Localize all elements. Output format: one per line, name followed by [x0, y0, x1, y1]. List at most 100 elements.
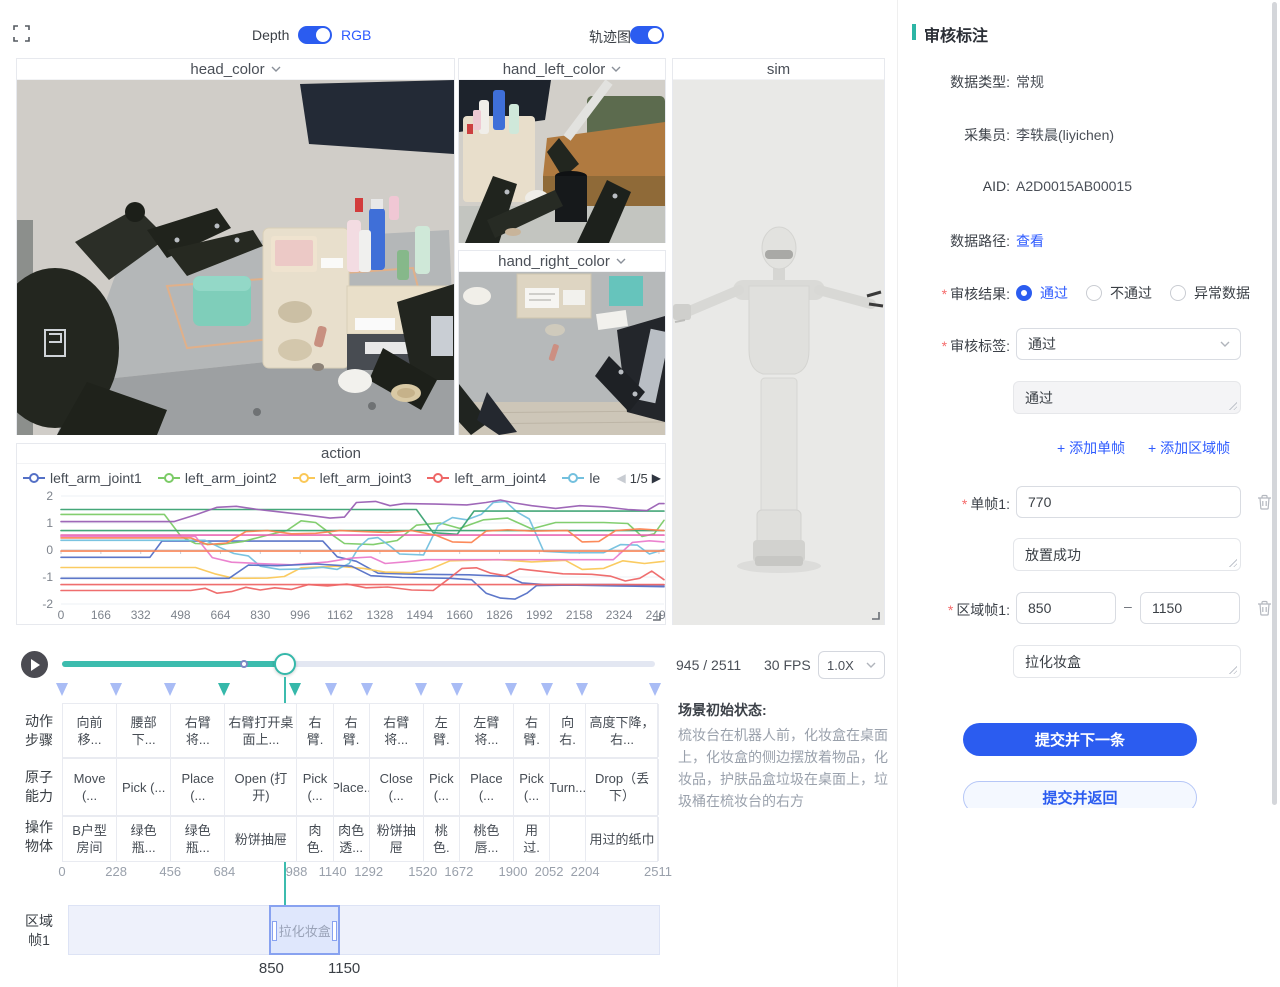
rgb-label: RGB — [341, 27, 371, 43]
keyframe-marker-1140[interactable] — [325, 683, 337, 696]
depth-rgb-toggle[interactable] — [298, 26, 332, 44]
timeline-slider-handle[interactable] — [274, 653, 296, 675]
action-step-cell[interactable]: 右臂. — [514, 704, 550, 757]
single-frame-input[interactable]: 770 — [1016, 486, 1241, 518]
action-step-cell[interactable]: 右臂. — [298, 704, 334, 757]
textarea-resize-icon[interactable] — [1228, 558, 1237, 567]
keyframe-marker-1900[interactable] — [505, 683, 517, 696]
legend-item-le[interactable]: le — [562, 470, 600, 486]
add-single-frame-link[interactable]: + 添加单帧 — [1057, 438, 1125, 458]
fullscreen-icon[interactable] — [13, 25, 30, 42]
textarea-resize-icon[interactable] — [1228, 401, 1237, 410]
action-step-cell[interactable]: 右臂. — [334, 704, 370, 757]
view-data-path-link[interactable]: 查看 — [1016, 231, 1044, 251]
object-cell[interactable]: 粉饼抽屉 — [370, 817, 424, 861]
action-step-cell[interactable]: 向前移... — [63, 704, 117, 757]
trajectory-toggle[interactable] — [630, 26, 664, 44]
review-comment-textarea[interactable]: 通过 — [1013, 381, 1241, 414]
atomic-skill-cell[interactable]: Pick (... — [514, 759, 550, 815]
legend-next-icon[interactable]: ▶ — [652, 471, 661, 485]
speed-select[interactable]: 1.0X — [818, 651, 885, 679]
radio-pass-label[interactable]: 通过 — [1040, 283, 1068, 303]
row-label-region-frame: 区域帧1 — [20, 912, 58, 950]
atomic-skill-cell[interactable]: Pick (... — [298, 759, 334, 815]
region-handle-left[interactable] — [272, 921, 277, 941]
region-band-segment[interactable]: 拉化妆盒 — [269, 905, 340, 955]
keyframe-marker-0[interactable] — [56, 683, 68, 696]
atomic-skill-cell[interactable]: Open (打开) — [225, 759, 297, 815]
submit-next-button[interactable]: 提交并下一条 — [963, 723, 1197, 756]
resize-handle-icon[interactable] — [870, 610, 880, 620]
atomic-skill-cell[interactable]: Place.. — [334, 759, 370, 815]
region-start-input[interactable]: 850 — [1016, 592, 1116, 624]
hand-right-camera-title[interactable]: hand_right_color — [459, 251, 665, 272]
atomic-skill-cell[interactable]: Move (... — [63, 759, 117, 815]
chart-legend: left_arm_joint1 left_arm_joint2 left_arm_j… — [23, 467, 621, 489]
action-step-cell[interactable]: 左臂. — [424, 704, 460, 757]
delete-single-frame-icon[interactable] — [1257, 494, 1272, 510]
legend-item-left_arm_joint3[interactable]: left_arm_joint3 — [293, 470, 412, 486]
radio-abnormal-label[interactable]: 异常数据 — [1194, 283, 1250, 303]
keyframe-marker-684[interactable] — [218, 683, 230, 696]
action-step-cell[interactable]: 向右. — [550, 704, 586, 757]
legend-item-left_arm_joint4[interactable]: left_arm_joint4 — [427, 470, 546, 486]
radio-pass[interactable] — [1016, 285, 1032, 301]
object-cell[interactable]: B户型房间 — [63, 817, 117, 861]
keyframe-marker-228[interactable] — [110, 683, 122, 696]
atomic-skill-cell[interactable]: Place (... — [460, 759, 514, 815]
single-frame-note-textarea[interactable]: 放置成功 — [1013, 538, 1241, 571]
review-tag-select[interactable]: 通过 — [1016, 328, 1241, 360]
legend-prev-icon[interactable]: ◀ — [616, 471, 625, 485]
object-cell[interactable]: 肉色. — [298, 817, 334, 861]
chevron-down-icon — [616, 258, 626, 264]
add-region-frame-link[interactable]: + 添加区域帧 — [1148, 438, 1230, 458]
hand-left-camera-title[interactable]: hand_left_color — [459, 59, 665, 80]
atomic-skill-cell[interactable]: Pick (... — [117, 759, 171, 815]
scrollbar[interactable] — [1272, 2, 1277, 805]
head-camera-title[interactable]: head_color — [17, 59, 454, 80]
legend-item-left_arm_joint1[interactable]: left_arm_joint1 — [23, 470, 142, 486]
object-cell[interactable]: 粉饼抽屉 — [225, 817, 297, 861]
action-step-cell[interactable]: 腰部下... — [117, 704, 171, 757]
legend-item-left_arm_joint2[interactable]: left_arm_joint2 — [158, 470, 277, 486]
resize-handle-icon[interactable] — [651, 611, 661, 621]
keyframe-marker-988[interactable] — [289, 683, 301, 696]
object-cell[interactable]: 肉色透... — [334, 817, 370, 861]
action-step-cell[interactable]: 左臂将... — [460, 704, 514, 757]
radio-abnormal[interactable] — [1170, 285, 1186, 301]
keyframe-marker-2511[interactable] — [649, 683, 661, 696]
region-end-input[interactable]: 1150 — [1140, 592, 1240, 624]
object-cell[interactable]: 桃色唇... — [460, 817, 514, 861]
atomic-skill-cell[interactable]: Drop（丢下） — [586, 759, 659, 815]
region-band-track[interactable]: 拉化妆盒 — [68, 905, 660, 955]
single-frame-dot[interactable] — [240, 660, 248, 668]
keyframe-marker-1520[interactable] — [415, 683, 427, 696]
atomic-skill-cell[interactable]: Close (... — [370, 759, 424, 815]
keyframe-marker-1292[interactable] — [361, 683, 373, 696]
action-step-cell[interactable]: 右臂将... — [171, 704, 225, 757]
object-cell[interactable]: 绿色瓶... — [117, 817, 171, 861]
submit-return-button[interactable]: 提交并返回 — [963, 781, 1197, 808]
object-cell[interactable]: 绿色瓶... — [171, 817, 225, 861]
object-cell[interactable]: 桃色. — [424, 817, 460, 861]
play-button[interactable] — [21, 651, 48, 678]
radio-fail[interactable] — [1086, 285, 1102, 301]
atomic-skill-cell[interactable]: Turn... — [550, 759, 586, 815]
region-handle-right[interactable] — [332, 921, 337, 941]
atomic-skill-cell[interactable]: Place (... — [171, 759, 225, 815]
keyframe-marker-1672[interactable] — [451, 683, 463, 696]
region-frame-note-textarea[interactable]: 拉化妆盒 — [1013, 645, 1241, 678]
keyframe-marker-2052[interactable] — [541, 683, 553, 696]
textarea-resize-icon[interactable] — [1228, 665, 1237, 674]
radio-fail-label[interactable]: 不通过 — [1110, 283, 1152, 303]
delete-region-frame-icon[interactable] — [1257, 600, 1272, 616]
action-step-cell[interactable]: 右臂将... — [370, 704, 424, 757]
object-cell[interactable]: 用过的纸巾 — [586, 817, 659, 861]
keyframe-marker-2204[interactable] — [576, 683, 588, 696]
action-step-cell[interactable]: 高度下降，右... — [586, 704, 659, 757]
object-cell[interactable]: 用过. — [514, 817, 550, 861]
atomic-skill-cell[interactable]: Pick (... — [424, 759, 460, 815]
keyframe-marker-456[interactable] — [164, 683, 176, 696]
object-cell[interactable] — [550, 817, 586, 861]
action-step-cell[interactable]: 右臂打开桌面上... — [225, 704, 297, 757]
